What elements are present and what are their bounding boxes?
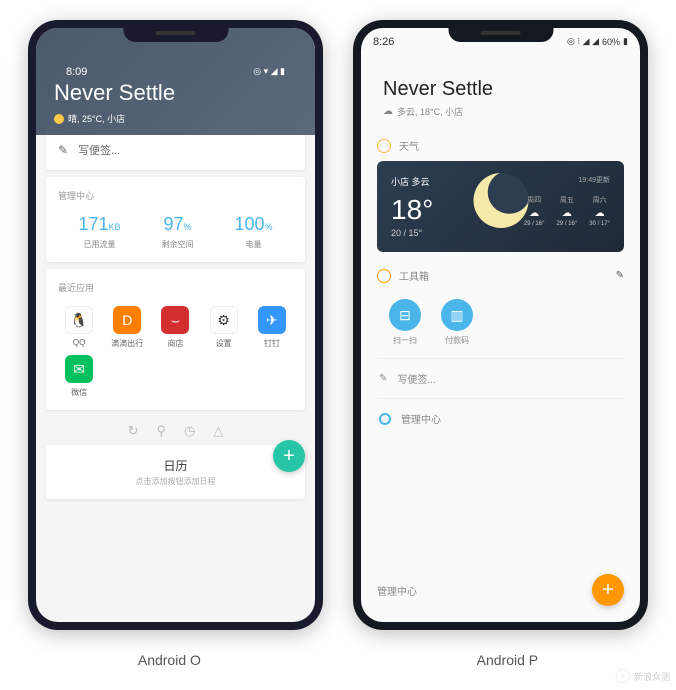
calendar-title: 日历: [58, 457, 293, 474]
page-title: Never Settle: [383, 78, 618, 101]
tool-scan[interactable]: ⊟扫一扫: [389, 299, 421, 346]
watermark: 新浪众测: [615, 668, 670, 684]
location-icon[interactable]: ⚲: [157, 423, 167, 439]
stat-storage[interactable]: 97% 剩余空间: [161, 214, 193, 250]
weather-summary[interactable]: 晴, 25°C, 小店: [54, 112, 297, 125]
memo-placeholder: 写便签...: [78, 142, 120, 158]
sun-outline-icon: [377, 139, 391, 153]
status-icons: ◎ ⁝ ◢ ◢ 60% ▮: [567, 36, 628, 47]
bell-icon[interactable]: △: [213, 423, 223, 439]
forecast-day: 周五☁29 / 16°: [557, 195, 578, 227]
label-android-o: Android O: [138, 652, 201, 668]
phone-android-o: 8:09 ◎ ▾ ◢ ▮ Never Settle 晴, 25°C, 小店 ✎ …: [28, 20, 323, 630]
pencil-icon: ✎: [58, 143, 68, 157]
app-store[interactable]: ⌣商店: [154, 306, 196, 349]
toolbox-icon: [377, 269, 391, 283]
clock-icon[interactable]: ◷: [184, 423, 195, 439]
refresh-icon[interactable]: ↻: [128, 423, 139, 439]
weather-text: 晴, 25°C, 小店: [68, 112, 125, 125]
weather-summary[interactable]: ☁ 多云, 18°C, 小店: [383, 105, 618, 118]
app-wechat[interactable]: ✉微信: [58, 355, 100, 398]
calendar-sub: 点击添加按钮添加日程: [58, 476, 293, 487]
bottom-label: 管理中心: [377, 583, 417, 598]
cloud-icon: ☁: [383, 106, 393, 117]
memo-row[interactable]: ✎ 写便签...: [377, 358, 624, 398]
mgmt-label: 管理中心: [401, 411, 441, 426]
forecast-row: 周四☁29 / 16° 周五☁29 / 16° 周六☁30 / 17°: [524, 195, 610, 227]
recent-title: 最近应用: [58, 281, 293, 294]
app-dingding[interactable]: ✈钉钉: [251, 306, 293, 349]
forecast-day: 周六☁30 / 17°: [589, 195, 610, 227]
weather-card[interactable]: 小店 多云 19:49更新 18° 20 / 15° 周四☁29 / 16° 周…: [377, 161, 624, 252]
weather-section-header: 天气: [377, 138, 624, 153]
toolbox-label: 工具箱: [399, 268, 429, 283]
app-qq[interactable]: 🐧QQ: [58, 306, 100, 349]
add-button[interactable]: +: [592, 574, 624, 606]
label-android-p: Android P: [477, 652, 538, 668]
weather-range: 20 / 15°: [391, 228, 610, 238]
weather-location: 小店 多云: [391, 175, 430, 188]
mgmt-title: 管理中心: [58, 189, 293, 202]
stat-battery[interactable]: 100% 电量: [234, 214, 272, 250]
status-time: 8:26: [373, 36, 394, 48]
moon-icon: [473, 173, 528, 228]
weather-section-label: 天气: [399, 138, 419, 153]
toolbox-header: 工具箱 ✎: [377, 268, 624, 283]
stat-data-usage[interactable]: 171KB 已用流量: [78, 214, 120, 250]
status-time: 8:09: [66, 66, 87, 78]
management-card: 管理中心 171KB 已用流量 97% 剩余空间 100% 电量: [46, 177, 305, 262]
weather-updated: 19:49更新: [578, 175, 610, 188]
memo-placeholder: 写便签...: [397, 371, 435, 386]
calendar-card: 日历 点击添加按钮添加日程 +: [46, 445, 305, 499]
add-calendar-button[interactable]: +: [273, 440, 305, 472]
sun-icon: [54, 114, 64, 124]
weather-text: 多云, 18°C, 小店: [397, 105, 463, 118]
app-didi[interactable]: D滴滴出行: [106, 306, 148, 349]
page-title: Never Settle: [54, 80, 297, 106]
notch-icon: [123, 20, 228, 42]
bottom-toolbar: ↻ ⚲ ◷ △: [46, 417, 305, 445]
recent-apps-card: 最近应用 🐧QQ D滴滴出行 ⌣商店 ⚙设置 ✈钉钉 ✉微信: [46, 269, 305, 410]
tool-paycode[interactable]: ▥付款码: [441, 299, 473, 346]
edit-toolbox-icon[interactable]: ✎: [616, 270, 624, 281]
phone-android-p: 8:26 ◎ ⁝ ◢ ◢ 60% ▮ Never Settle ☁ 多云, 18…: [353, 20, 648, 630]
mgmt-icon: [379, 413, 391, 425]
app-settings[interactable]: ⚙设置: [203, 306, 245, 349]
pencil-icon: ✎: [379, 373, 387, 384]
status-icons: ◎ ▾ ◢ ▮: [253, 66, 285, 77]
notch-icon: [448, 20, 553, 42]
forecast-day: 周四☁29 / 16°: [524, 195, 545, 227]
memo-card[interactable]: ✎ 写便签...: [46, 130, 305, 170]
mgmt-row[interactable]: 管理中心: [377, 398, 624, 438]
